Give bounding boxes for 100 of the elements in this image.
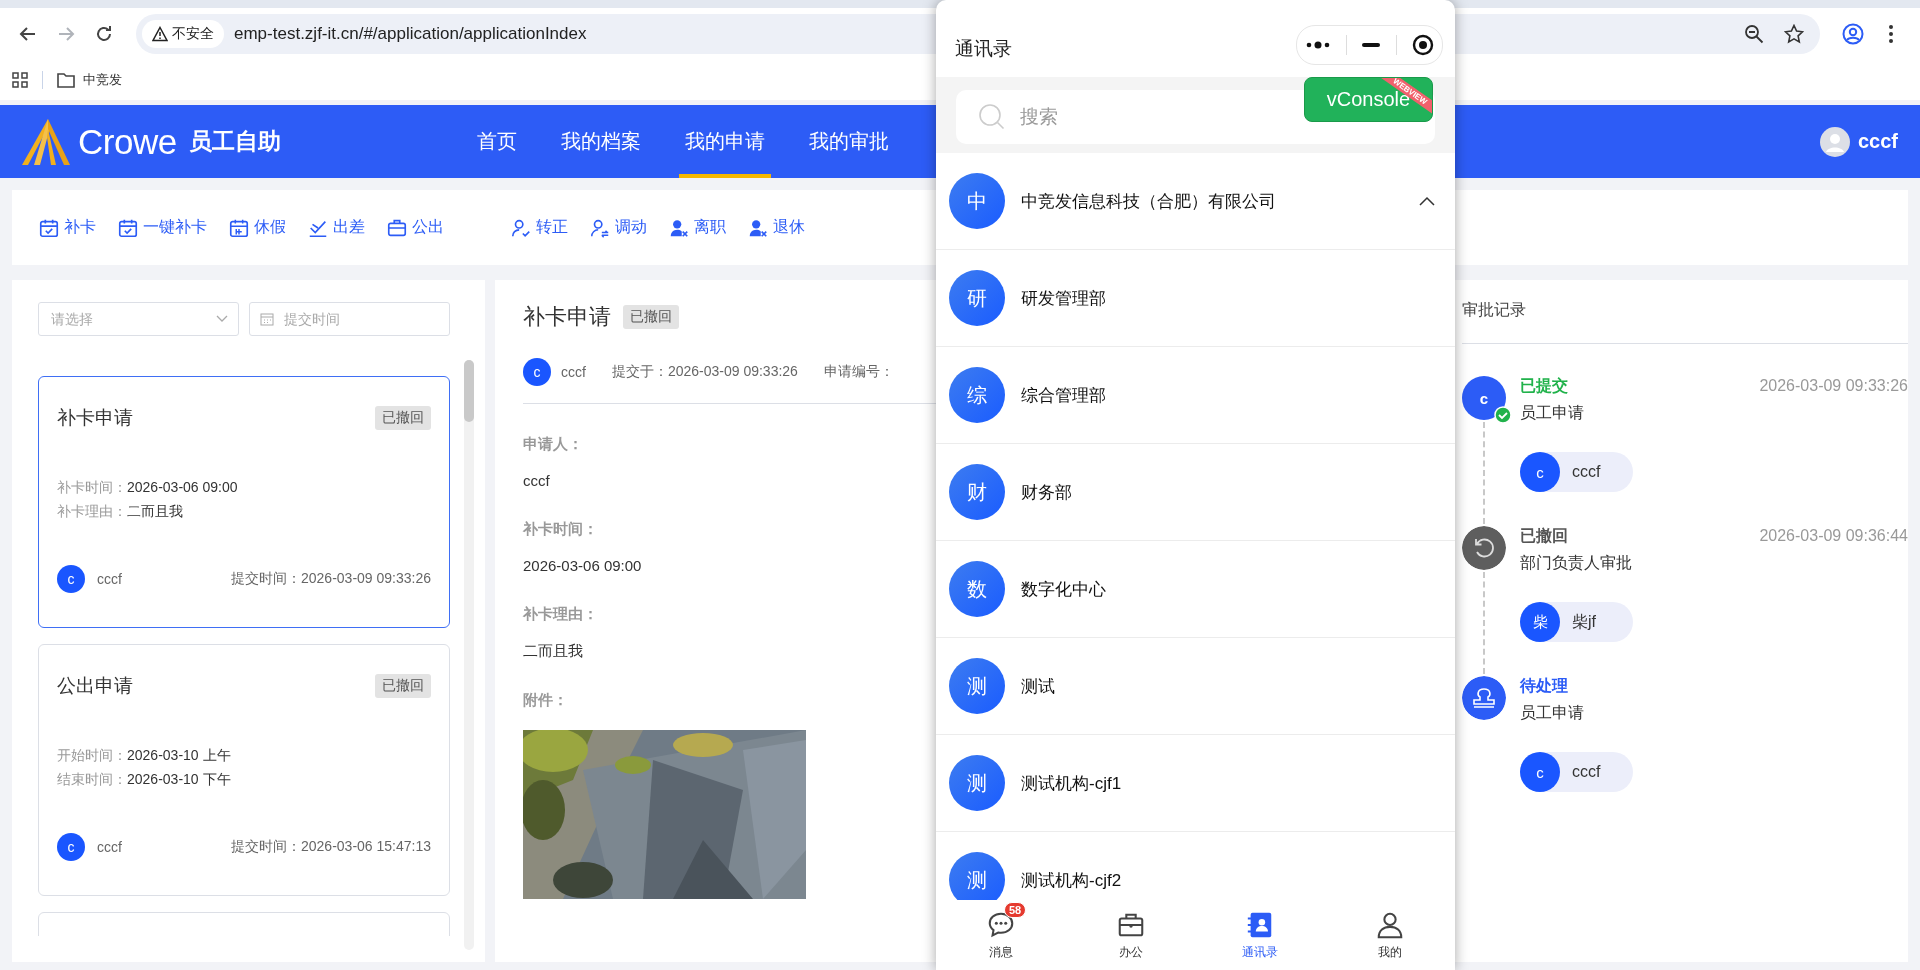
avatar: 测 <box>949 852 1005 900</box>
department-row[interactable]: 财 财务部 <box>936 444 1455 541</box>
nav-item[interactable]: 我的审批 <box>802 105 895 178</box>
toolbar-button[interactable]: 退休 <box>747 216 805 239</box>
department-name: 测试机构-cjf2 <box>1021 869 1122 892</box>
avatar: 财 <box>949 464 1005 520</box>
folder-icon <box>57 72 75 88</box>
application-card[interactable]: 补卡申请 已撤回 补卡时间：2026-03-06 09:00 补卡理由：二而且我 c cccf 提交时间：2026-03-09 09:33:26 <box>38 376 450 628</box>
more-icon[interactable] <box>1304 39 1331 50</box>
step-status: 待处理 <box>1520 676 1568 696</box>
approver-name: 柴jf <box>1572 611 1596 632</box>
department-row[interactable]: 综 综合管理部 <box>936 347 1455 444</box>
avatar: c <box>1520 452 1560 492</box>
undo-icon <box>1462 526 1506 570</box>
user-name: cccf <box>97 839 122 855</box>
user-avatar-icon[interactable] <box>1819 126 1850 157</box>
nav-item[interactable]: 我的档案 <box>554 105 647 178</box>
warning-icon <box>152 26 168 42</box>
stamp-icon <box>1462 676 1506 720</box>
toolbar-button[interactable]: 一键补卡 <box>117 216 207 239</box>
nav-item[interactable]: 首页 <box>470 105 523 178</box>
menu-icon[interactable] <box>1888 24 1894 44</box>
avatar: 测 <box>949 658 1005 714</box>
toolbar-button[interactable]: 离职 <box>668 216 726 239</box>
submit-time: 提交于：2026-03-09 09:33:26 <box>611 363 798 381</box>
department-name: 数字化中心 <box>1021 578 1106 601</box>
tab[interactable]: 办公 <box>1065 900 1196 970</box>
step-status: 已撤回 <box>1520 526 1568 546</box>
toolbar-button[interactable]: 出差 <box>307 216 365 239</box>
bookmark[interactable]: 中竞发 <box>83 71 122 89</box>
avatar: c <box>1520 752 1560 792</box>
submit-time: 提交时间：2026-03-06 15:47:13 <box>231 838 431 856</box>
application-number-label: 申请编号： <box>823 363 894 381</box>
avatar: 综 <box>949 367 1005 423</box>
step-time: 2026-03-09 09:36:44 <box>1759 527 1908 545</box>
tab[interactable]: 通讯录 <box>1195 900 1326 970</box>
avatar: 数 <box>949 561 1005 617</box>
application-card[interactable]: 公出申请 已撤回 开始时间：2026-03-10 上午 结束时间：2026-03-10 下午 c cccf 提交时间：2026-03-06 15:47:13 <box>38 644 450 896</box>
chevron-up-icon[interactable] <box>1419 196 1435 206</box>
check-icon <box>1494 406 1512 424</box>
department-row[interactable]: 数 数字化中心 <box>936 541 1455 638</box>
card-title: 补卡申请 <box>57 406 133 430</box>
brand-title: 员工自助 <box>188 127 281 156</box>
submit-time: 提交时间：2026-03-09 09:33:26 <box>231 570 431 588</box>
field-label: 开始时间： <box>57 747 127 763</box>
field-value: 2026-03-10 下午 <box>127 771 231 787</box>
field-value: cccf <box>523 472 550 489</box>
department-name: 测试 <box>1021 675 1055 698</box>
avatar: c <box>57 833 85 861</box>
zoom-icon[interactable] <box>1744 24 1764 44</box>
toolbar-button[interactable]: 调动 <box>589 216 647 239</box>
department-name: 研发管理部 <box>1021 287 1106 310</box>
field-label: 补卡理由： <box>57 503 127 519</box>
calendar-icon <box>260 312 274 326</box>
tab[interactable]: 我的 <box>1325 900 1455 970</box>
department-name: 财务部 <box>1021 481 1072 504</box>
department-row[interactable]: 测 测试机构-cjf1 <box>936 735 1455 832</box>
field-label: 补卡时间： <box>57 479 127 495</box>
department-row[interactable]: 测 测试 <box>936 638 1455 735</box>
select-field[interactable]: 请选择 <box>38 302 239 336</box>
toolbar-button[interactable]: 公出 <box>386 216 444 239</box>
avatar: 中 <box>949 173 1005 229</box>
avatar: c <box>57 565 85 593</box>
select-input[interactable]: 请选择 <box>49 310 208 328</box>
user-name[interactable]: cccf <box>1857 130 1898 153</box>
badge: 58 <box>1003 901 1027 918</box>
scrollbar[interactable] <box>464 360 474 950</box>
department-name: 综合管理部 <box>1021 384 1106 407</box>
toolbar-button[interactable]: 休假 <box>228 216 286 239</box>
organization-name: 中竞发信息科技（合肥）有限公司 <box>1021 190 1276 213</box>
url-text: emp-test.zjf-it.cn/#/application/applicationIndex <box>234 24 588 44</box>
minimize-icon[interactable] <box>1362 42 1381 47</box>
approver-name: cccf <box>1572 763 1601 781</box>
section-title: 审批记录 <box>1462 300 1527 320</box>
detail-title: 补卡申请 <box>523 303 611 331</box>
nav-item[interactable]: 我的申请 <box>678 105 771 178</box>
organization-row[interactable]: 中 中竞发信息科技（合肥）有限公司 <box>936 153 1455 250</box>
step-time: 2026-03-09 09:33:26 <box>1759 377 1908 395</box>
user-name: cccf <box>561 364 586 380</box>
logo-icon <box>22 118 70 165</box>
star-icon[interactable] <box>1784 24 1804 44</box>
toolbar-button[interactable]: 补卡 <box>38 216 96 239</box>
field-label: 结束时间： <box>57 771 127 787</box>
field-label: 申请人： <box>523 435 583 454</box>
apps-icon[interactable] <box>12 72 28 88</box>
date-field[interactable]: 提交时间 <box>249 302 450 336</box>
date-input[interactable]: 提交时间 <box>282 310 439 328</box>
field-value: 2026-03-06 09:00 <box>127 479 238 495</box>
window-title: 通讯录 <box>955 36 1012 61</box>
department-row[interactable]: 研 研发管理部 <box>936 250 1455 347</box>
toolbar-button[interactable]: 转正 <box>510 216 568 239</box>
close-icon[interactable] <box>1412 33 1435 56</box>
approver-name: cccf <box>1572 463 1601 481</box>
tab[interactable]: 58 消息 <box>936 900 1066 970</box>
attachments-label: 附件： <box>523 691 568 710</box>
security-chip[interactable]: 不安全 <box>142 20 224 48</box>
profile-icon[interactable] <box>1842 23 1864 45</box>
field-label: 补卡理由： <box>523 605 598 624</box>
field-label: 补卡时间： <box>523 520 598 539</box>
search-icon <box>978 103 1006 131</box>
